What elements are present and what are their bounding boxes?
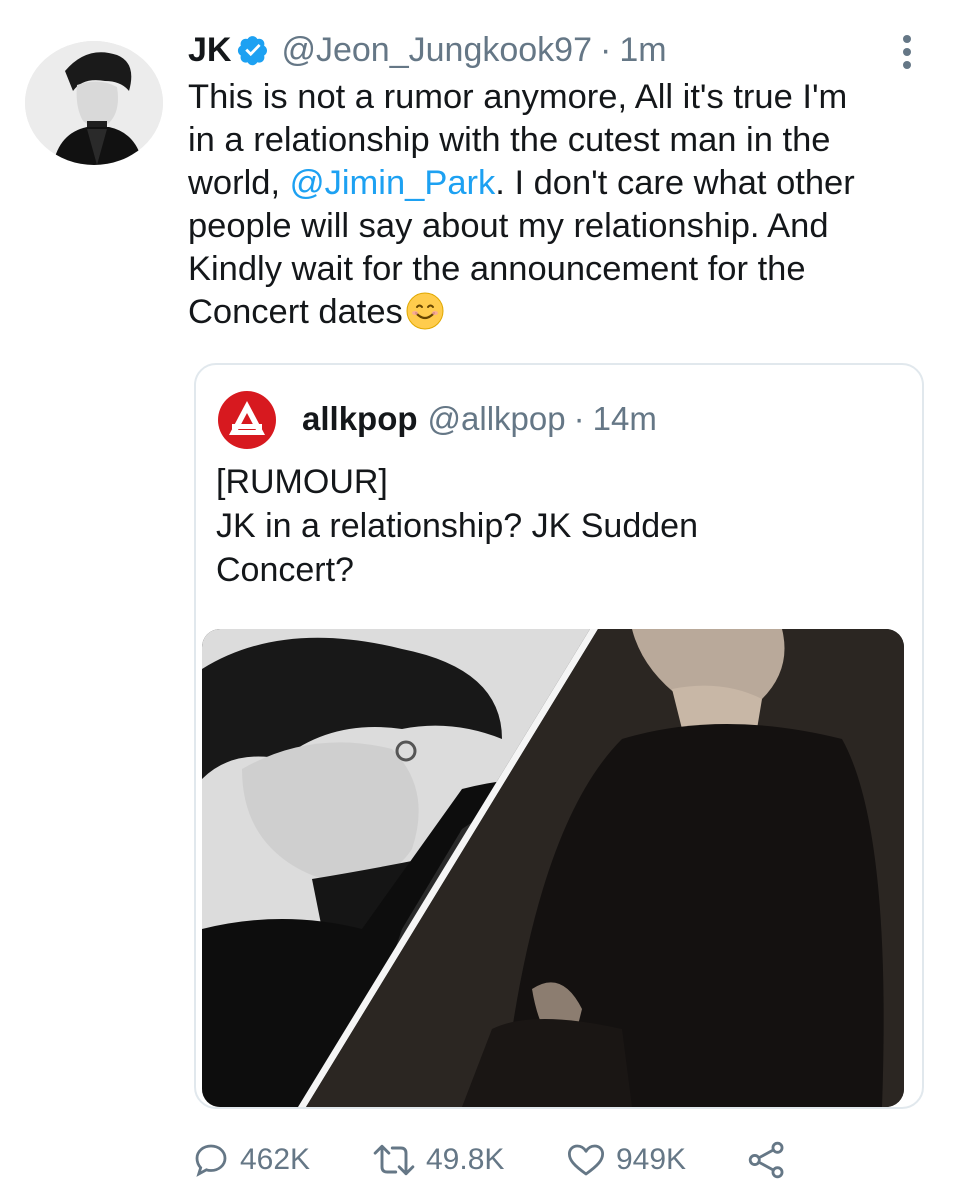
more-vertical-icon [903, 35, 911, 69]
like-count: 949K [616, 1143, 687, 1176]
reply-count: 462K [240, 1143, 311, 1176]
like-button[interactable]: 949K [564, 1136, 686, 1184]
mention-link[interactable]: @Jimin_Park [290, 164, 496, 202]
quoted-text-line: Concert? [216, 551, 354, 589]
smiling-face-emoji-icon [406, 292, 444, 330]
author-name[interactable]: JK [188, 31, 231, 70]
retweet-count: 49.8K [426, 1143, 505, 1176]
quoted-header-separator: · [573, 400, 585, 437]
share-button[interactable] [746, 1136, 796, 1184]
header-separator: · [599, 30, 612, 69]
quoted-tweet-timestamp[interactable]: 14m [593, 400, 657, 438]
quoted-text-line: [RUMOUR] [216, 463, 388, 501]
quoted-tweet-photo[interactable] [202, 629, 904, 1107]
allkpop-logo-icon[interactable] [218, 391, 276, 449]
tweet-text: This is not a rumor anymore, All it's tr… [188, 76, 928, 334]
share-icon [748, 1141, 784, 1179]
author-avatar[interactable] [25, 41, 163, 165]
tweet-header: JK @Jeon_Jungkook97 · 1m [188, 28, 667, 72]
quoted-text-line: JK in a relationship? JK Sudden [216, 507, 698, 545]
quoted-tweet[interactable]: allkpop @allkpop · 14m [RUMOUR] JK in a … [194, 363, 924, 1109]
retweet-button[interactable]: 49.8K [370, 1136, 504, 1184]
tweet-timestamp[interactable]: 1m [619, 31, 666, 70]
verified-badge-icon [238, 36, 268, 66]
reply-button[interactable]: 462K [190, 1136, 310, 1184]
tweet[interactable]: JK @Jeon_Jungkook97 · 1m This is not a r… [0, 0, 964, 1200]
heart-icon [567, 1144, 605, 1176]
author-handle[interactable]: @Jeon_Jungkook97 [281, 31, 592, 70]
quoted-tweet-text: [RUMOUR] JK in a relationship? JK Sudden… [216, 460, 906, 592]
retweet-icon [373, 1144, 415, 1176]
quoted-tweet-header: allkpop @allkpop · 14m [302, 397, 657, 441]
tweet-actions: 462K 49.8K 949K [190, 1136, 830, 1184]
more-options-button[interactable] [892, 34, 922, 70]
quoted-author-handle[interactable]: @allkpop [428, 400, 566, 438]
quoted-author-name[interactable]: allkpop [302, 400, 418, 438]
reply-icon [195, 1144, 227, 1177]
